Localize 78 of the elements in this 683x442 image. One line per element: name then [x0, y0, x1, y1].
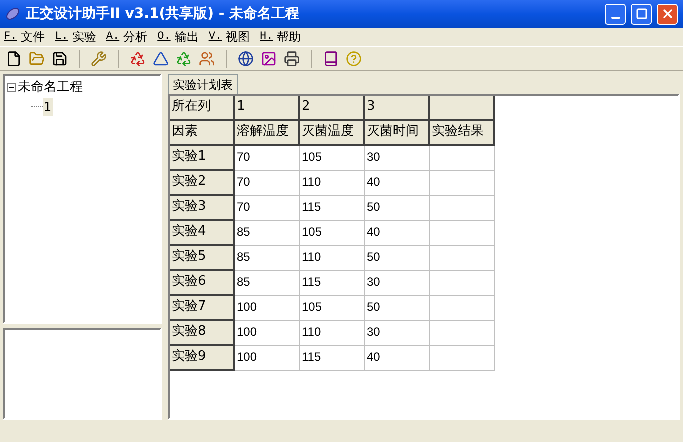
printer-button[interactable]: [282, 48, 302, 68]
folder-icon: [29, 50, 45, 66]
tree-item[interactable]: 1: [43, 98, 53, 116]
row-header: 实验2: [170, 171, 235, 196]
minimize-button[interactable]: [605, 4, 626, 24]
table-cell[interactable]: 105: [300, 296, 365, 321]
globe-button[interactable]: [236, 48, 256, 68]
table-cell[interactable]: 70: [235, 146, 300, 171]
row-header: 实验6: [170, 271, 235, 296]
table-cell[interactable]: 110: [300, 321, 365, 346]
table-cell[interactable]: 30: [365, 321, 430, 346]
maximize-button[interactable]: [631, 4, 652, 24]
table-cell[interactable]: 30: [365, 271, 430, 296]
row-header: 实验9: [170, 346, 235, 371]
table-cell[interactable]: 85: [235, 246, 300, 271]
column-header: 1: [235, 96, 300, 121]
menu-item[interactable]: H. 帮助: [260, 28, 302, 46]
column-header: 灭菌时间: [365, 121, 430, 146]
globe-icon: [238, 50, 254, 66]
table-cell[interactable]: 85: [235, 271, 300, 296]
close-icon: [660, 7, 674, 21]
save-icon: [52, 50, 68, 66]
table-cell[interactable]: 40: [365, 171, 430, 196]
tab[interactable]: 实验计划表: [168, 74, 238, 94]
wrench-icon: [91, 50, 107, 66]
table-cell[interactable]: 105: [300, 146, 365, 171]
row-header: 实验5: [170, 246, 235, 271]
new-file-icon: [6, 50, 22, 66]
table-cell[interactable]: 115: [300, 271, 365, 296]
row-header: 实验7: [170, 296, 235, 321]
table-cell[interactable]: 70: [235, 196, 300, 221]
recycle-icon: [176, 50, 192, 66]
row-header: 因素: [170, 121, 235, 146]
row-header: 实验4: [170, 221, 235, 246]
table-cell[interactable]: 105: [300, 221, 365, 246]
wrench-button[interactable]: [89, 48, 109, 68]
table-cell[interactable]: 40: [365, 346, 430, 371]
printer-icon: [284, 50, 300, 66]
table-cell[interactable]: 50: [365, 196, 430, 221]
tree-item[interactable]: 未命名工程: [18, 78, 83, 98]
table-cell[interactable]: 115: [300, 196, 365, 221]
menu-item[interactable]: O. 输出: [158, 28, 199, 46]
table-cell[interactable]: 30: [365, 146, 430, 171]
table-cell[interactable]: 110: [300, 171, 365, 196]
table-cell[interactable]: 70: [235, 171, 300, 196]
menu-item[interactable]: F. 文件: [4, 28, 46, 46]
table-cell[interactable]: 110: [300, 246, 365, 271]
people-icon: [199, 50, 215, 66]
picture-frame-icon: [261, 50, 277, 66]
table-cell[interactable]: 100: [235, 296, 300, 321]
row-header: 实验3: [170, 196, 235, 221]
table-cell[interactable]: 115: [300, 346, 365, 371]
row-header: 所在列: [170, 96, 235, 121]
menu-item[interactable]: A. 分析: [106, 28, 148, 46]
row-header: 实验1: [170, 146, 235, 171]
row-header: 实验8: [170, 321, 235, 346]
column-header: 实验结果: [430, 121, 495, 146]
window-title: 正交设计助手II v3.1(共享版) - 未命名工程: [26, 4, 300, 24]
book-icon: [323, 50, 339, 66]
table-cell[interactable]: 100: [235, 321, 300, 346]
app-icon: [5, 6, 21, 22]
menu-item[interactable]: L. 实验: [55, 28, 96, 46]
triangle-icon: [153, 50, 169, 66]
column-header: 3: [365, 96, 430, 121]
maximize-icon: [636, 8, 648, 20]
table-cell[interactable]: 100: [235, 346, 300, 371]
help-icon: [346, 50, 362, 66]
menu-item[interactable]: V. 视图: [208, 28, 250, 46]
table-cell[interactable]: 50: [365, 296, 430, 321]
close-button[interactable]: [657, 4, 678, 24]
column-header: 溶解温度: [235, 121, 300, 146]
collapse-icon[interactable]: [7, 83, 16, 92]
recycle-icon: [130, 50, 146, 66]
table-cell[interactable]: 40: [365, 221, 430, 246]
table-cell[interactable]: 85: [235, 221, 300, 246]
column-header: 2: [300, 96, 365, 121]
table-cell[interactable]: 50: [365, 246, 430, 271]
column-header: 灭菌温度: [300, 121, 365, 146]
